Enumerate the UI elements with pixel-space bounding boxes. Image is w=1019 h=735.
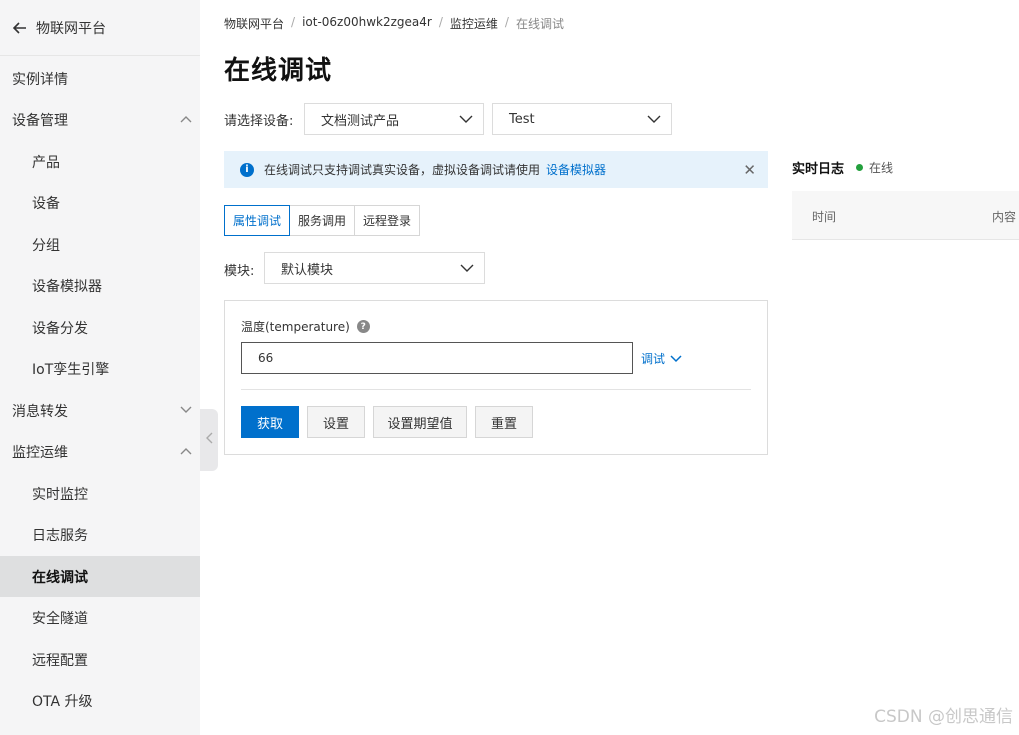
sidebar-item-groups[interactable]: 分组	[0, 224, 200, 265]
info-icon: i	[240, 162, 254, 177]
sidebar-item-device-management[interactable]: 设备管理	[0, 99, 200, 140]
sidebar-item-label: 在线调试	[32, 569, 88, 586]
status-dot-icon	[856, 164, 864, 171]
device-simulator-link[interactable]: 设备模拟器	[546, 161, 606, 178]
sidebar-header[interactable]: 物联网平台	[0, 0, 200, 56]
debug-tabs: 属性调试 服务调用 远程登录	[224, 205, 421, 236]
sidebar-item-online-debug[interactable]: 在线调试	[0, 556, 200, 597]
sidebar-item-label: 设备分发	[32, 320, 88, 337]
page-title: 在线调试	[224, 56, 333, 86]
chevron-down-icon	[459, 113, 473, 128]
online-status: 在线	[869, 161, 894, 175]
sidebar-item-device-distribution[interactable]: 设备分发	[0, 307, 200, 348]
info-notice: i 在线调试只支持调试真实设备，虚拟设备调试请使用 设备模拟器 ✕	[224, 151, 768, 188]
sidebar-item-label: 远程配置	[32, 652, 88, 669]
breadcrumb-link[interactable]: 物联网平台	[224, 15, 284, 32]
module-select[interactable]: 默认模块	[264, 252, 485, 284]
sidebar-item-device-simulator[interactable]: 设备模拟器	[0, 265, 200, 306]
set-button[interactable]: 设置	[307, 406, 365, 438]
close-icon[interactable]: ✕	[743, 161, 756, 179]
breadcrumb: 物联网平台 / iot-06z00hwk2zgea4r / 监控运维 / 在线调试	[224, 15, 564, 32]
arrow-left-icon[interactable]	[12, 21, 28, 34]
sidebar-item-label: 日志服务	[32, 527, 88, 544]
chevron-left-icon	[205, 432, 213, 448]
sidebar-item-label: IoT孪生引擎	[32, 361, 110, 378]
sidebar-item-label: 设备	[32, 195, 60, 212]
breadcrumb-separator: /	[504, 15, 509, 29]
sidebar-item-remote-config[interactable]: 远程配置	[0, 639, 200, 680]
sidebar-item-secure-tunnel[interactable]: 安全隧道	[0, 597, 200, 638]
sidebar-item-devices[interactable]: 设备	[0, 182, 200, 223]
chevron-down-icon	[670, 352, 682, 366]
chevron-down-icon	[180, 406, 192, 416]
sidebar-item-label: 设备管理	[12, 112, 68, 129]
sidebar-item-label: 安全隧道	[32, 610, 88, 627]
sidebar-item-label: 消息转发	[12, 403, 68, 420]
sidebar-item-ota-upgrade[interactable]: OTA 升级	[0, 680, 200, 721]
chevron-down-icon	[460, 262, 474, 277]
sidebar-collapse-handle[interactable]	[200, 409, 218, 471]
sidebar-item-label: 实例详情	[12, 71, 68, 88]
module-select-value: 默认模块	[281, 262, 334, 278]
device-select[interactable]: Test	[492, 103, 672, 135]
property-name: 温度(temperature)	[241, 320, 350, 334]
device-select-label: 请选择设备:	[224, 114, 294, 129]
reset-button[interactable]: 重置	[475, 406, 533, 438]
breadcrumb-current: 在线调试	[515, 17, 564, 31]
breadcrumb-link[interactable]: 监控运维	[450, 15, 498, 32]
property-label: 温度(temperature) ?	[241, 318, 370, 335]
watermark: CSDN @创思通信	[874, 707, 1013, 727]
product-select[interactable]: 文档测试产品	[304, 103, 484, 135]
help-icon[interactable]: ?	[356, 320, 370, 333]
column-content: 内容	[992, 210, 1017, 224]
debug-dropdown[interactable]: 调试	[641, 350, 682, 367]
breadcrumb-link[interactable]: iot-06z00hwk2zgea4r	[302, 15, 432, 32]
divider	[241, 389, 751, 390]
property-panel: 温度(temperature) ? 调试 获取 设置 设置期望值 重置	[224, 300, 768, 455]
breadcrumb-separator: /	[438, 15, 443, 29]
column-time: 时间	[812, 210, 837, 224]
chevron-up-icon	[180, 447, 192, 457]
chevron-down-icon	[647, 113, 661, 128]
realtime-log-title: 实时日志	[792, 162, 845, 177]
notice-text: 在线调试只支持调试真实设备，虚拟设备调试请使用	[264, 163, 541, 177]
log-table-header: 时间 内容	[792, 191, 1019, 240]
product-select-value: 文档测试产品	[321, 113, 400, 129]
sidebar-item-label: 监控运维	[12, 444, 68, 461]
device-select-value: Test	[509, 111, 535, 127]
sidebar-item-label: 设备模拟器	[32, 278, 102, 295]
tab-remote-login[interactable]: 远程登录	[354, 205, 421, 236]
property-value-input[interactable]	[241, 342, 633, 374]
tab-property-debug[interactable]: 属性调试	[224, 205, 291, 236]
realtime-log-header: 实时日志 在线	[792, 158, 893, 177]
sidebar-item-label: 实时监控	[32, 486, 88, 503]
tab-service-call[interactable]: 服务调用	[289, 205, 356, 236]
sidebar-item-products[interactable]: 产品	[0, 141, 200, 182]
sidebar-item-label: OTA 升级	[32, 693, 93, 710]
sidebar-item-log-service[interactable]: 日志服务	[0, 514, 200, 555]
set-expected-button[interactable]: 设置期望值	[373, 406, 467, 438]
sidebar-item-label: 分组	[32, 237, 60, 254]
module-label: 模块:	[224, 264, 255, 279]
sidebar-item-instance-details[interactable]: 实例详情	[0, 58, 200, 99]
sidebar-item-iot-twin-engine[interactable]: IoT孪生引擎	[0, 348, 200, 389]
sidebar-title: 物联网平台	[36, 20, 106, 37]
sidebar-item-label: 产品	[32, 154, 60, 171]
debug-label: 调试	[641, 352, 666, 366]
breadcrumb-separator: /	[291, 15, 296, 29]
sidebar-item-message-forwarding[interactable]: 消息转发	[0, 390, 200, 431]
sidebar: 物联网平台 实例详情 设备管理 产品 设备 分组 设备模拟器 设备分发 IoT孪…	[0, 0, 200, 735]
get-button[interactable]: 获取	[241, 406, 299, 438]
sidebar-item-monitoring-ops[interactable]: 监控运维	[0, 431, 200, 472]
chevron-up-icon	[180, 115, 192, 125]
sidebar-item-realtime-monitoring[interactable]: 实时监控	[0, 473, 200, 514]
